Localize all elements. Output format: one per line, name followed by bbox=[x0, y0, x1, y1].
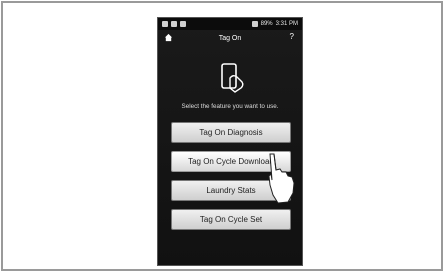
status-left bbox=[162, 21, 186, 27]
instruction-text: Select the feature you want to use. bbox=[181, 103, 279, 110]
title-bar: Tag On ? bbox=[158, 30, 302, 46]
hand-pointer-icon bbox=[268, 153, 295, 204]
notification-icon bbox=[162, 21, 168, 27]
tag-on-diagnosis-button[interactable]: Tag On Diagnosis bbox=[171, 122, 291, 143]
tag-on-phone-icon bbox=[221, 63, 244, 93]
help-icon[interactable]: ? bbox=[290, 32, 294, 41]
status-right: 89% 3:31 PM bbox=[251, 21, 298, 27]
phone-device: 89% 3:31 PM Tag On ? Select the feature … bbox=[157, 17, 303, 266]
sync-icon bbox=[171, 21, 177, 27]
signal-icon bbox=[251, 21, 258, 27]
battery-level: 89% bbox=[260, 21, 273, 27]
status-bar: 89% 3:31 PM bbox=[158, 18, 302, 30]
home-icon[interactable] bbox=[164, 33, 173, 42]
usb-icon bbox=[180, 21, 186, 27]
page-title: Tag On bbox=[218, 34, 242, 42]
tag-on-cycle-set-button[interactable]: Tag On Cycle Set bbox=[171, 209, 291, 230]
phone-screen: 89% 3:31 PM Tag On ? Select the feature … bbox=[158, 18, 302, 265]
status-time: 3:31 PM bbox=[275, 21, 298, 27]
figure-frame: 89% 3:31 PM Tag On ? Select the feature … bbox=[1, 1, 443, 271]
